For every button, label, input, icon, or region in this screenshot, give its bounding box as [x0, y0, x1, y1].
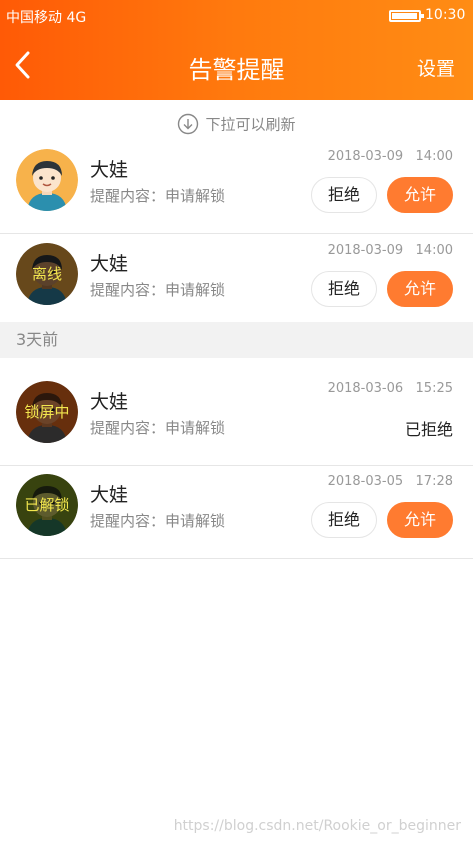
page-title: 告警提醒	[188, 56, 285, 84]
contact-name: 大娃	[90, 391, 129, 413]
avatar: 离线	[16, 243, 78, 305]
alert-time: 14:00	[415, 243, 453, 258]
alert-timestamp: 2018-03-09 14:00	[328, 243, 453, 258]
rejected-status: 已拒绝	[404, 420, 453, 439]
alert-timestamp: 2018-03-06 15:25	[328, 381, 453, 396]
avatar: 已解锁	[16, 474, 78, 536]
device-status-label: 已解锁	[24, 496, 70, 514]
alert-content: 提醒内容：申请解锁	[90, 419, 226, 437]
alert-item[interactable]: 锁屏中 大娃 提醒内容：申请解锁 2018-03-06 15:25 已拒绝	[0, 373, 473, 466]
device-status-label: 锁屏中	[24, 403, 70, 421]
alert-item[interactable]: 已解锁 大娃 提醒内容：申请解锁 2018-03-05 17:28 拒绝 允许	[0, 466, 473, 559]
app-header: 中国移动 4G 10:30 告警提醒 设置	[0, 0, 473, 100]
allow-button[interactable]: 允许	[387, 271, 453, 307]
contact-name: 大娃	[90, 484, 129, 506]
alert-content: 提醒内容：申请解锁	[90, 281, 226, 299]
alert-date: 2018-03-09	[327, 149, 404, 164]
carrier-label: 中国移动 4G	[6, 10, 87, 26]
alert-timestamp: 2018-03-09 14:00	[328, 149, 453, 164]
device-status-label: 离线	[31, 265, 62, 283]
allow-button[interactable]: 允许	[387, 502, 453, 538]
allow-button[interactable]: 允许	[387, 177, 453, 213]
watermark: https://blog.csdn.net/Rookie_or_beginner	[173, 818, 461, 834]
alert-time: 14:00	[415, 149, 453, 164]
avatar: 锁屏中	[16, 381, 78, 443]
section-header: 3天前	[0, 322, 473, 358]
avatar	[16, 149, 78, 211]
pull-to-refresh-hint: 下拉可以刷新	[0, 113, 473, 139]
arrow-down-circle-icon	[178, 113, 199, 135]
alert-time: 17:28	[415, 474, 453, 489]
status-bar: 中国移动 4G 10:30	[0, 0, 473, 32]
refresh-hint-text: 下拉可以刷新	[205, 115, 296, 134]
alert-content: 提醒内容：申请解锁	[90, 512, 226, 530]
alert-time: 15:25	[415, 381, 453, 396]
battery-icon	[389, 10, 424, 22]
alert-content: 提醒内容：申请解锁	[90, 187, 226, 205]
alert-date: 2018-03-09	[327, 243, 404, 258]
nav-bar: 告警提醒 设置	[0, 32, 473, 100]
alert-date: 2018-03-06	[327, 381, 404, 396]
reject-button[interactable]: 拒绝	[311, 502, 377, 538]
settings-button[interactable]: 设置	[417, 54, 455, 81]
alert-timestamp: 2018-03-05 17:28	[328, 474, 453, 489]
contact-name: 大娃	[90, 253, 129, 275]
reject-button[interactable]: 拒绝	[311, 271, 377, 307]
alert-item[interactable]: 大娃 提醒内容：申请解锁 2018-03-09 14:00 拒绝 允许	[0, 141, 473, 234]
status-time: 10:30	[425, 7, 466, 23]
alert-date: 2018-03-05	[327, 474, 404, 489]
contact-name: 大娃	[90, 159, 129, 181]
alert-item[interactable]: 离线 大娃 提醒内容：申请解锁 2018-03-09 14:00 拒绝 允许	[0, 235, 473, 328]
reject-button[interactable]: 拒绝	[311, 177, 377, 213]
